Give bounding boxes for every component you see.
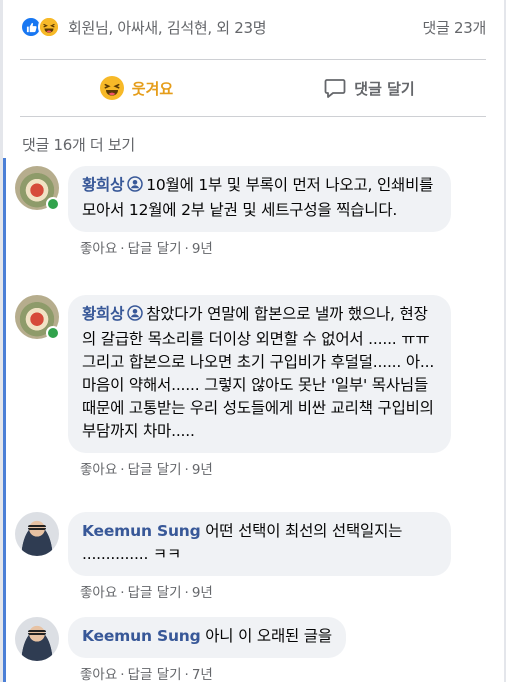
reaction-icons[interactable] <box>20 16 60 38</box>
comment-bubble: Keemun Sung 어떤 선택이 최선의 선택일지는 ...........… <box>68 512 451 576</box>
laugh-icon <box>99 76 124 100</box>
avatar[interactable] <box>15 166 60 211</box>
online-status-icon <box>46 326 60 340</box>
meta-separator: · <box>120 667 125 682</box>
comment-bubble: 황희상 참았다가 연말에 합본으로 낼까 했으나, 현장의 갈급한 목소리를 더이… <box>68 295 451 453</box>
comment-bubble: 황희상 10월에 1부 및 부록이 먼저 나오고, 인쇄비를 모아서 12월에 2… <box>68 166 451 232</box>
meta-separator: · <box>120 241 125 257</box>
divider-bottom <box>20 116 486 117</box>
comment-button[interactable]: 댓글 달기 <box>253 60 486 116</box>
avatar[interactable] <box>15 295 60 340</box>
comment-icon <box>324 77 346 99</box>
author-badge-icon <box>127 176 143 199</box>
like-link[interactable]: 좋아요 <box>80 667 117 682</box>
comment-author-link[interactable]: 황희상 <box>82 176 124 194</box>
like-link[interactable]: 좋아요 <box>80 462 117 478</box>
meta-separator: · <box>184 667 189 682</box>
comment-time-link[interactable]: 7년 <box>192 667 213 682</box>
comment-item: 황희상 참았다가 연말에 합본으로 낼까 했으나, 현장의 갈급한 목소리를 더이… <box>15 295 451 478</box>
like-link[interactable]: 좋아요 <box>80 585 117 601</box>
comment-meta: 좋아요 · 답글 달기 · 9년 <box>80 237 451 257</box>
haha-icon <box>38 16 60 38</box>
comment-author-link[interactable]: 황희상 <box>82 305 124 323</box>
comment-bubble: Keemun Sung 아니 이 오래된 글을 <box>68 617 346 658</box>
meta-separator: · <box>120 585 125 601</box>
avatar-glasses <box>28 630 46 635</box>
comment-author-link[interactable]: Keemun Sung <box>82 627 201 645</box>
comment-item: Keemun Sung 아니 이 오래된 글을 좋아요 · 답글 달기 · 7년 <box>15 617 346 682</box>
post-actions: 웃겨요 댓글 달기 <box>20 60 486 116</box>
laugh-label: 웃겨요 <box>131 79 174 98</box>
comment-count-link[interactable]: 댓글 23개 <box>423 17 487 38</box>
view-more-comments-link[interactable]: 댓글 16개 더 보기 <box>22 134 135 155</box>
comment-meta: 좋아요 · 답글 달기 · 9년 <box>80 581 451 601</box>
author-badge-icon <box>127 305 143 328</box>
comment-text: 아니 이 오래된 글을 <box>205 627 332 645</box>
comment-author-link[interactable]: Keemun Sung <box>82 522 201 540</box>
comment-time-link[interactable]: 9년 <box>192 241 213 257</box>
meta-separator: · <box>184 585 189 601</box>
reply-link[interactable]: 답글 달기 <box>128 585 182 601</box>
reaction-names-link[interactable]: 회원님, 아싸새, 김석현, 외 23명 <box>68 17 267 38</box>
comment-meta: 좋아요 · 답글 달기 · 7년 <box>80 663 346 682</box>
online-status-icon <box>46 197 60 211</box>
comment-item: Keemun Sung 어떤 선택이 최선의 선택일지는 ...........… <box>15 512 451 601</box>
laugh-reaction-button[interactable]: 웃겨요 <box>20 60 253 116</box>
thread-indicator <box>3 158 6 682</box>
reply-link[interactable]: 답글 달기 <box>128 462 182 478</box>
comment-label: 댓글 달기 <box>354 79 415 98</box>
reactions-summary: 회원님, 아싸새, 김석현, 외 23명 댓글 23개 <box>20 12 486 42</box>
meta-separator: · <box>120 462 125 478</box>
comment-time-link[interactable]: 9년 <box>192 585 213 601</box>
avatar-glasses <box>28 525 46 530</box>
like-link[interactable]: 좋아요 <box>80 241 117 257</box>
comment-meta: 좋아요 · 답글 달기 · 9년 <box>80 458 451 478</box>
reply-link[interactable]: 답글 달기 <box>128 241 182 257</box>
avatar[interactable] <box>15 617 59 661</box>
meta-separator: · <box>184 241 189 257</box>
comment-item: 황희상 10월에 1부 및 부록이 먼저 나오고, 인쇄비를 모아서 12월에 2… <box>15 166 451 257</box>
reply-link[interactable]: 답글 달기 <box>128 667 182 682</box>
meta-separator: · <box>184 462 189 478</box>
comment-time-link[interactable]: 9년 <box>192 462 213 478</box>
avatar[interactable] <box>15 512 59 556</box>
